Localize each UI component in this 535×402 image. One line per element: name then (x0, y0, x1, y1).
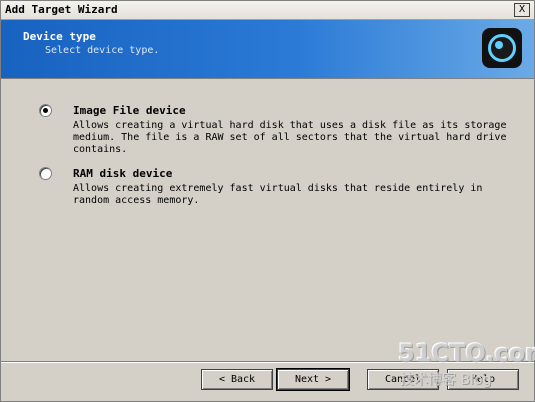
back-button[interactable]: < Back (201, 369, 273, 390)
next-button[interactable]: Next > (276, 368, 350, 391)
cancel-button[interactable]: Cancel (367, 369, 439, 390)
title-bar: Add Target Wizard X (1, 1, 534, 20)
header-subtitle: Select device type. (45, 45, 160, 56)
header-title: Device type (23, 30, 96, 43)
wizard-window: Add Target Wizard X Device type Select d… (0, 0, 535, 402)
wizard-header: Device type Select device type. (1, 20, 534, 79)
close-button[interactable]: X (514, 3, 530, 17)
button-separator (1, 361, 534, 363)
ram-disk-radio[interactable] (39, 167, 52, 180)
window-title: Add Target Wizard (5, 3, 118, 16)
option-description: Allows creating extremely fast virtual d… (73, 183, 483, 206)
option-description: Allows creating a virtual hard disk that… (73, 120, 507, 155)
target-wizard-icon (482, 28, 522, 68)
help-button[interactable]: Help (447, 369, 519, 390)
image-file-radio[interactable] (39, 104, 52, 117)
option-label[interactable]: Image File device (73, 104, 186, 117)
option-label[interactable]: RAM disk device (73, 167, 172, 180)
